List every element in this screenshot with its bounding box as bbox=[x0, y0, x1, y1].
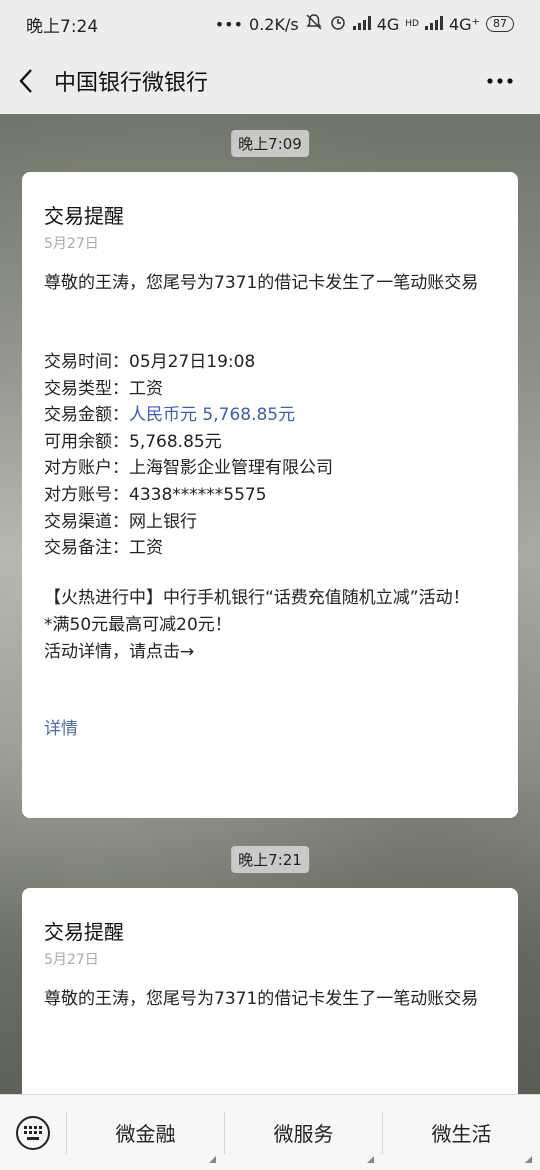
message-card[interactable]: 交易提醒 5月27日 尊敬的王涛，您尾号为7371的借记卡发生了一笔动账交易 交… bbox=[22, 172, 518, 818]
detail-row: 交易时间：05月27日19:08 bbox=[44, 349, 496, 376]
keyboard-button[interactable] bbox=[0, 1095, 66, 1170]
submenu-indicator-icon bbox=[367, 1155, 374, 1163]
detail-label: 交易备注： bbox=[44, 538, 129, 559]
detail-row: 可用余额：5,768.85元 bbox=[44, 429, 496, 456]
detail-label: 对方账户： bbox=[44, 458, 129, 479]
status-time: 晚上7:24 bbox=[26, 16, 99, 37]
card-title: 交易提醒 bbox=[44, 204, 124, 228]
signal-icon bbox=[352, 15, 371, 34]
promo-line: 活动详情，请点击→ bbox=[44, 641, 195, 662]
detail-row: 交易备注：工资 bbox=[44, 535, 496, 562]
detail-value: 4338******5575 bbox=[129, 484, 267, 505]
bottom-menu-bar: 微金融 微服务 微生活 bbox=[0, 1094, 540, 1170]
card-intro: 尊敬的王涛，您尾号为7371的借记卡发生了一笔动账交易 bbox=[44, 273, 479, 293]
detail-value: 网上银行 bbox=[129, 511, 197, 532]
hd-label: HD bbox=[405, 19, 419, 29]
network-speed: 0.2K/s bbox=[249, 14, 299, 34]
battery-icon: 87 bbox=[486, 16, 514, 32]
signal-icon-2 bbox=[424, 15, 443, 34]
menu-micro-finance[interactable]: 微金融 bbox=[67, 1095, 224, 1170]
page-title: 中国银行微银行 bbox=[54, 71, 209, 96]
detail-value: 上海智影企业管理有限公司 bbox=[129, 458, 333, 479]
menu-micro-life[interactable]: 微生活 bbox=[383, 1095, 540, 1170]
card-intro: 尊敬的王涛，您尾号为7371的借记卡发生了一笔动账交易 bbox=[44, 989, 479, 1009]
promo-text: 【火热进行中】中行手机银行“话费充值随机立减”活动！ *满50元最高可减20元！… bbox=[44, 585, 496, 666]
status-bar: 晚上7:24 ••• 0.2K/s 4G HD 4G⁺ 87 bbox=[0, 0, 540, 48]
amount-value: 人民币元 5,768.85元 bbox=[129, 405, 296, 426]
detail-row: 交易类型：工资 bbox=[44, 376, 496, 403]
message-card[interactable]: 交易提醒 5月27日 尊敬的王涛，您尾号为7371的借记卡发生了一笔动账交易 bbox=[22, 888, 518, 1094]
menu-micro-service[interactable]: 微服务 bbox=[225, 1095, 382, 1170]
promo-line: *满50元最高可减20元！ bbox=[44, 614, 232, 635]
detail-label: 交易金额： bbox=[44, 405, 129, 426]
keyboard-icon bbox=[16, 1115, 50, 1150]
submenu-indicator-icon bbox=[525, 1155, 532, 1163]
detail-value: 工资 bbox=[129, 378, 163, 399]
alarm-icon bbox=[329, 13, 347, 35]
detail-row: 对方账户：上海智影企业管理有限公司 bbox=[44, 455, 496, 482]
details-link[interactable]: 详情 bbox=[44, 716, 496, 742]
detail-label: 可用余额： bbox=[44, 431, 129, 452]
detail-label: 交易类型： bbox=[44, 378, 129, 399]
card-date: 5月27日 bbox=[44, 236, 99, 252]
nav-bar: 中国银行微银行 bbox=[0, 48, 540, 114]
menu-label: 微服务 bbox=[273, 1122, 334, 1146]
chat-area[interactable]: 晚上7:09 交易提醒 5月27日 尊敬的王涛，您尾号为7371的借记卡发生了一… bbox=[0, 114, 540, 1094]
detail-label: 对方账号： bbox=[44, 484, 129, 505]
detail-row: 交易渠道：网上银行 bbox=[44, 509, 496, 536]
network-type-1: 4G bbox=[376, 14, 400, 34]
detail-value: 工资 bbox=[129, 538, 163, 559]
detail-value: 05月27日19:08 bbox=[129, 352, 256, 372]
menu-label: 微生活 bbox=[431, 1122, 492, 1146]
detail-label: 交易时间： bbox=[44, 352, 129, 372]
message-time: 晚上7:21 bbox=[231, 846, 309, 873]
transaction-details: 交易时间：05月27日19:08 交易类型：工资 交易金额：人民币元 5,768… bbox=[44, 349, 496, 562]
status-icons: ••• 0.2K/s 4G HD 4G⁺ 87 bbox=[215, 13, 514, 35]
detail-label: 交易渠道： bbox=[44, 511, 129, 532]
chevron-left-icon bbox=[19, 69, 32, 93]
card-date: 5月27日 bbox=[44, 952, 99, 968]
menu-label: 微金融 bbox=[115, 1122, 176, 1146]
card-title: 交易提醒 bbox=[44, 920, 124, 944]
promo-line: 【火热进行中】中行手机银行“话费充值随机立减”活动！ bbox=[44, 587, 470, 608]
mute-icon bbox=[305, 13, 323, 35]
status-dots: ••• bbox=[214, 14, 244, 34]
detail-value: 5,768.85元 bbox=[129, 431, 222, 452]
detail-row: 对方账号：4338******5575 bbox=[44, 482, 496, 509]
detail-row: 交易金额：人民币元 5,768.85元 bbox=[44, 402, 496, 429]
submenu-indicator-icon bbox=[209, 1155, 216, 1163]
more-icon bbox=[487, 78, 513, 84]
message-time: 晚上7:09 bbox=[231, 130, 309, 157]
more-button[interactable] bbox=[482, 66, 518, 96]
network-type-2: 4G⁺ bbox=[448, 14, 480, 34]
back-button[interactable] bbox=[0, 48, 54, 114]
